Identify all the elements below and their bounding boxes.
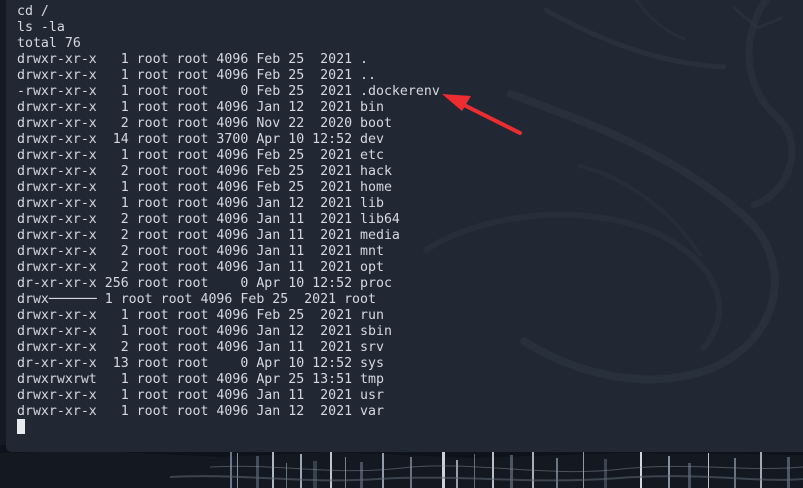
terminal-line-13: drwxr-xr-x 1 root root 4096 Jan 12 2021 … [17, 196, 384, 211]
terminal-line-21: drwxr-xr-x 1 root root 4096 Jan 12 2021 … [17, 324, 392, 339]
terminal-line-7: drwxr-xr-x 1 root root 4096 Jan 12 2021 … [17, 100, 384, 115]
terminal-line-10: drwxr-xr-x 1 root root 4096 Feb 25 2021 … [17, 148, 384, 163]
terminal-line-25: drwxr-xr-x 1 root root 4096 Jan 11 2021 … [17, 388, 384, 403]
terminal-window[interactable]: cd / ls -la total 76 drwxr-xr-x 1 root root… [6, 0, 803, 452]
terminal-line-4: drwxr-xr-x 1 root root 4096 Feb 25 2021 … [17, 52, 368, 67]
terminal-line-5: drwxr-xr-x 1 root root 4096 Feb 25 2021 … [17, 68, 376, 83]
terminal-line-2: ls -la [17, 20, 65, 35]
terminal-line-17: drwxr-xr-x 2 root root 4096 Jan 11 2021 … [17, 260, 384, 275]
terminal-line-15: drwxr-xr-x 2 root root 4096 Jan 11 2021 … [17, 228, 400, 243]
terminal-line-12: drwxr-xr-x 1 root root 4096 Feb 25 2021 … [17, 180, 392, 195]
terminal-line-1: cd / [17, 4, 49, 19]
terminal-line-23: dr-xr-xr-x 13 root root 0 Apr 10 12:52 s… [17, 356, 384, 371]
terminal-line-16: drwxr-xr-x 2 root root 4096 Jan 11 2021 … [17, 244, 384, 259]
desktop-background: cd / ls -la total 76 drwxr-xr-x 1 root root… [0, 0, 803, 488]
terminal-output: cd / ls -la total 76 drwxr-xr-x 1 root root… [17, 4, 440, 420]
terminal-line-9: drwxr-xr-x 14 root root 3700 Apr 10 12:5… [17, 132, 384, 147]
terminal-line-19: drwx────── 1 root root 4096 Feb 25 2021 … [17, 292, 376, 307]
terminal-line-22: drwxr-xr-x 2 root root 4096 Jan 11 2021 … [17, 340, 384, 355]
terminal-line-14: drwxr-xr-x 2 root root 4096 Jan 11 2021 … [17, 212, 400, 227]
terminal-line-11: drwxr-xr-x 2 root root 4096 Feb 25 2021 … [17, 164, 392, 179]
terminal-line-26: drwxr-xr-x 1 root root 4096 Jan 12 2021 … [17, 404, 384, 419]
terminal-line-20: drwxr-xr-x 1 root root 4096 Feb 25 2021 … [17, 308, 384, 323]
terminal-line-24: drwxrwxrwt 1 root root 4096 Apr 25 13:51… [17, 372, 384, 387]
terminal-cursor[interactable] [17, 419, 25, 434]
terminal-line-18: dr-xr-xr-x 256 root root 0 Apr 10 12:52 … [17, 276, 392, 291]
terminal-line-3: total 76 [17, 36, 81, 51]
terminal-line-8: drwxr-xr-x 2 root root 4096 Nov 22 2020 … [17, 116, 392, 131]
terminal-line-6: -rwxr-xr-x 1 root root 0 Feb 25 2021 .do… [17, 84, 440, 99]
